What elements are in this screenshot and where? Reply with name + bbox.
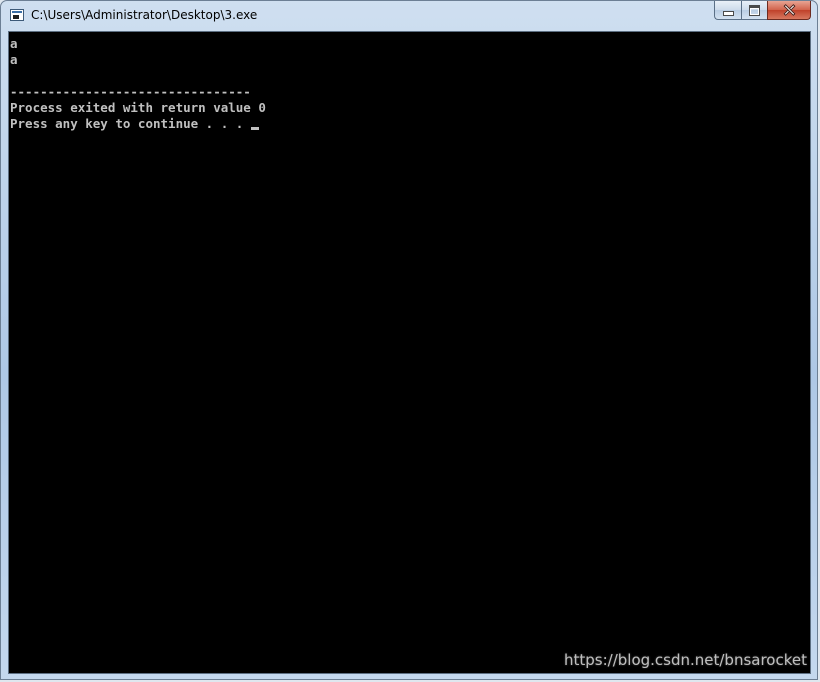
separator-line: --------------------------------: [10, 84, 251, 99]
exit-status-line: Process exited with return value 0: [10, 100, 266, 115]
watermark-text: https://blog.csdn.net/bnsarocket: [563, 651, 807, 669]
maximize-icon: [749, 4, 760, 16]
minimize-button[interactable]: [714, 1, 741, 20]
prompt-text: Press any key to continue . . .: [10, 116, 251, 131]
console-output-area[interactable]: a a -------------------------------- Pro…: [8, 31, 811, 674]
close-icon: [783, 4, 795, 16]
title-bar[interactable]: C:\Users\Administrator\Desktop\3.exe: [1, 1, 817, 31]
text-cursor: [250, 127, 259, 130]
close-button[interactable]: [767, 1, 811, 20]
console-window: C:\Users\Administrator\Desktop\3.exe a a…: [0, 0, 818, 680]
caption-buttons: [714, 1, 811, 21]
console-line: a: [10, 36, 18, 51]
console-lines: a a -------------------------------- Pro…: [10, 36, 266, 132]
minimize-icon: [722, 10, 734, 16]
console-app-icon[interactable]: [10, 9, 24, 21]
window-title: C:\Users\Administrator\Desktop\3.exe: [31, 8, 258, 22]
console-line: a: [10, 52, 18, 67]
maximize-button[interactable]: [741, 1, 767, 20]
prompt-line: Press any key to continue . . .: [10, 116, 266, 132]
